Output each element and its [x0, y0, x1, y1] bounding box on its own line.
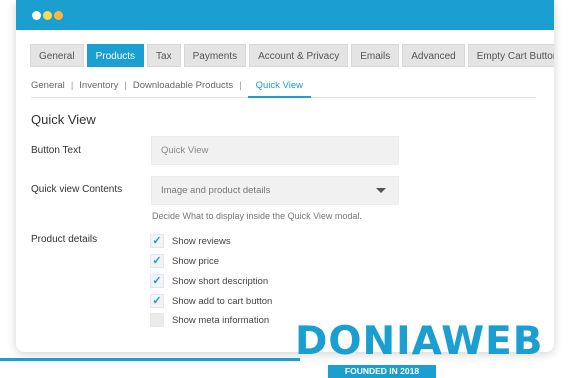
option-show-short-description[interactable]: ✓ Show short description — [150, 274, 268, 288]
checkbox-label: Show reviews — [172, 235, 231, 247]
checkbox-checked[interactable]: ✓ — [150, 234, 164, 248]
tab-tax[interactable]: Tax — [147, 44, 181, 67]
option-show-price[interactable]: ✓ Show price — [150, 254, 219, 268]
subnav-inventory[interactable]: Inventory — [79, 80, 118, 98]
brand-tagline: FOUNDED IN 2018 — [328, 365, 436, 378]
tab-advanced[interactable]: Advanced — [402, 44, 465, 67]
tab-emails[interactable]: Emails — [351, 44, 400, 67]
quick-view-contents-label: Quick view Contents — [31, 184, 123, 195]
subnav-downloadable-products[interactable]: Downloadable Products — [133, 80, 233, 98]
product-details-label: Product details — [31, 234, 98, 245]
tab-products[interactable]: Products — [86, 44, 145, 67]
button-text-input[interactable]: Quick View — [151, 136, 399, 165]
tab-account-privacy[interactable]: Account & Privacy — [249, 44, 349, 67]
quick-view-contents-select[interactable]: Image and product details — [151, 176, 399, 205]
subnav-separator: | — [70, 80, 74, 91]
tab-empty-cart-button[interactable]: Empty Cart Button — [467, 44, 554, 67]
chevron-down-icon — [376, 188, 386, 193]
window-minimize-dot[interactable] — [43, 11, 52, 20]
checkbox-label: Show meta information — [172, 314, 270, 326]
checkbox-checked[interactable]: ✓ — [150, 274, 164, 288]
checkbox-checked[interactable]: ✓ — [150, 254, 164, 268]
subnav-separator: | — [124, 80, 127, 91]
brand-logo: DONIAWEB — [295, 319, 544, 364]
option-show-add-to-cart-button[interactable]: ✓ Show add to cart button — [150, 294, 272, 308]
option-show-meta-information[interactable]: Show meta information — [150, 313, 269, 327]
subnav-quick-view[interactable]: Quick View — [247, 80, 311, 98]
checkbox-label: Show price — [172, 255, 219, 267]
brand-underline — [0, 358, 300, 361]
window-titlebar — [16, 0, 554, 30]
select-value: Image and product details — [161, 185, 271, 196]
checkbox-label: Show short description — [172, 275, 269, 287]
button-text-label: Button Text — [31, 145, 81, 156]
checkbox-checked[interactable]: ✓ — [150, 294, 164, 308]
checkbox-label: Show add to cart button — [172, 295, 273, 307]
subnav-separator: | — [239, 80, 242, 91]
window-maximize-dot[interactable] — [54, 11, 63, 20]
tab-general[interactable]: General — [30, 44, 84, 67]
sub-navigation: General | Inventory | Downloadable Produ… — [31, 80, 536, 98]
tab-payments[interactable]: Payments — [183, 44, 247, 67]
checkbox-unchecked[interactable] — [150, 313, 164, 327]
window-close-dot[interactable] — [32, 11, 41, 20]
section-title: Quick View — [31, 112, 96, 127]
contents-help-text: Decide What to display inside the Quick … — [152, 211, 362, 221]
settings-tabs: General Products Tax Payments Account & … — [30, 44, 554, 67]
subnav-general[interactable]: General — [31, 80, 65, 98]
option-show-reviews[interactable]: ✓ Show reviews — [150, 234, 231, 248]
settings-window: General Products Tax Payments Account & … — [16, 0, 554, 352]
